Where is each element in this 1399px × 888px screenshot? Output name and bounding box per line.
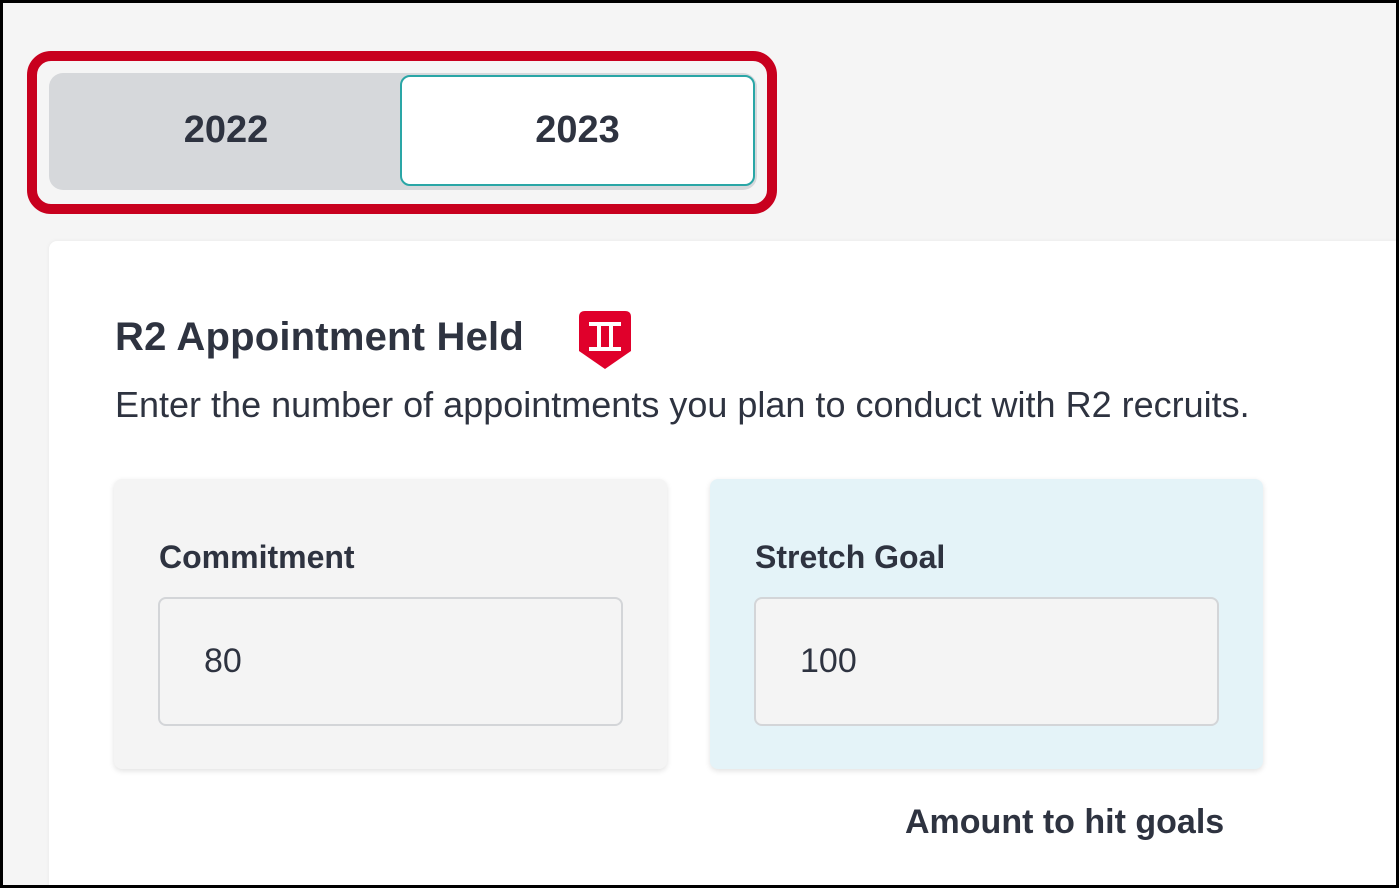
- amount-to-hit-goals-label: Amount to hit goals: [905, 803, 1225, 841]
- section-title: R2 Appointment Held: [115, 315, 524, 359]
- stretch-goal-box: Stretch Goal: [710, 479, 1263, 769]
- commitment-label: Commitment: [159, 539, 355, 575]
- section-description: Enter the number of appointments you pla…: [115, 384, 1250, 425]
- commitment-box: Commitment: [114, 479, 667, 769]
- stretch-goal-label: Stretch Goal: [755, 539, 946, 575]
- stretch-goal-input[interactable]: [754, 597, 1219, 726]
- screenshot-frame: 2022 2023 R2 Appointment Held Enter the …: [0, 0, 1399, 888]
- commitment-input[interactable]: [158, 597, 623, 726]
- year-tab-2022[interactable]: 2022: [51, 75, 401, 186]
- roman-two-badge-icon: [579, 311, 631, 369]
- year-toggle: 2022 2023: [49, 73, 757, 190]
- year-tab-2023[interactable]: 2023: [400, 75, 755, 186]
